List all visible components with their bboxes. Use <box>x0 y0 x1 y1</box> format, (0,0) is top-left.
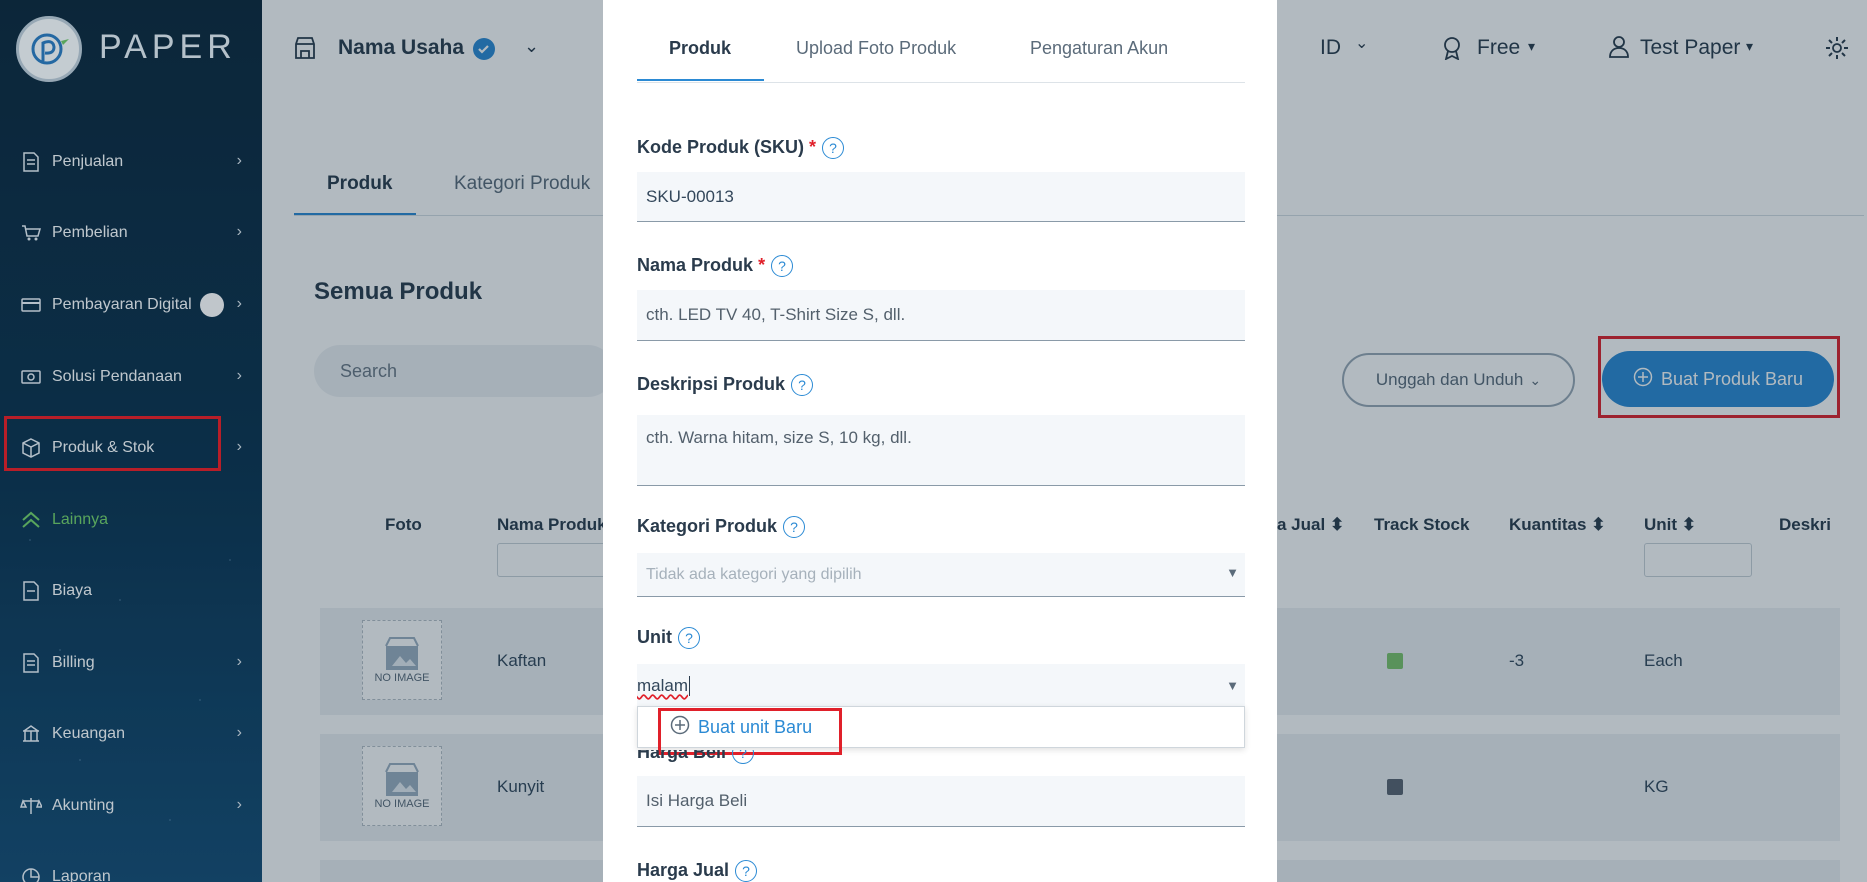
buy-price-input[interactable]: Isi Harga Beli <box>637 776 1245 827</box>
required-mark: * <box>758 255 766 275</box>
help-icon[interactable]: ? <box>822 137 845 160</box>
required-mark: * <box>809 137 817 157</box>
sell-price-label-text: Harga Jual <box>637 860 730 880</box>
sell-price-label: Harga Jual? <box>637 860 758 882</box>
sku-label: Kode Produk (SKU) *? <box>637 137 845 160</box>
description-placeholder: cth. Warna hitam, size S, 10 kg, dll. <box>646 428 912 447</box>
sidebar-backdrop <box>0 0 262 882</box>
sku-label-text: Kode Produk (SKU) <box>637 137 805 157</box>
product-name-label: Nama Produk *? <box>637 255 794 278</box>
unit-select[interactable]: malam ▼ <box>637 664 1245 708</box>
buy-price-placeholder: Isi Harga Beli <box>646 791 748 810</box>
modal-tab-upload-foto[interactable]: Upload Foto Produk <box>796 38 956 59</box>
sku-input[interactable]: SKU-00013 <box>637 172 1245 222</box>
description-textarea[interactable]: cth. Warna hitam, size S, 10 kg, dll. <box>637 415 1245 486</box>
highlight-box-create-unit <box>658 708 842 755</box>
category-select[interactable]: Tidak ada kategori yang dipilih ▼ <box>637 553 1245 597</box>
product-name-input[interactable]: cth. LED TV 40, T-Shirt Size S, dll. <box>637 290 1245 341</box>
caret-down-icon: ▼ <box>1226 565 1239 580</box>
help-icon[interactable]: ? <box>771 255 794 278</box>
product-modal: Produk Upload Foto Produk Pengaturan Aku… <box>603 0 1277 882</box>
help-icon[interactable]: ? <box>735 860 758 882</box>
product-name-placeholder: cth. LED TV 40, T-Shirt Size S, dll. <box>646 305 906 324</box>
category-label-text: Kategori Produk <box>637 516 778 536</box>
modal-tab-pengaturan-akun[interactable]: Pengaturan Akun <box>1030 38 1168 59</box>
sku-value: SKU-00013 <box>646 186 734 206</box>
category-placeholder: Tidak ada kategori yang dipilih <box>646 565 862 583</box>
caret-down-icon: ▼ <box>1226 678 1239 693</box>
description-label-text: Deskripsi Produk <box>637 374 786 394</box>
modal-tab-produk[interactable]: Produk <box>669 38 731 59</box>
description-label: Deskripsi Produk? <box>637 374 814 397</box>
unit-label-text: Unit <box>637 627 672 647</box>
help-icon[interactable]: ? <box>678 627 700 650</box>
product-name-label-text: Nama Produk <box>637 255 754 275</box>
help-icon[interactable]: ? <box>791 374 814 397</box>
category-label: Kategori Produk? <box>637 516 806 539</box>
help-icon[interactable]: ? <box>783 516 806 539</box>
modal-tabs-divider <box>637 82 1245 83</box>
unit-label: Unit? <box>637 627 700 650</box>
text-cursor <box>689 676 691 696</box>
unit-input-value[interactable]: malam <box>637 676 688 696</box>
modal-tab-underline <box>637 79 764 81</box>
